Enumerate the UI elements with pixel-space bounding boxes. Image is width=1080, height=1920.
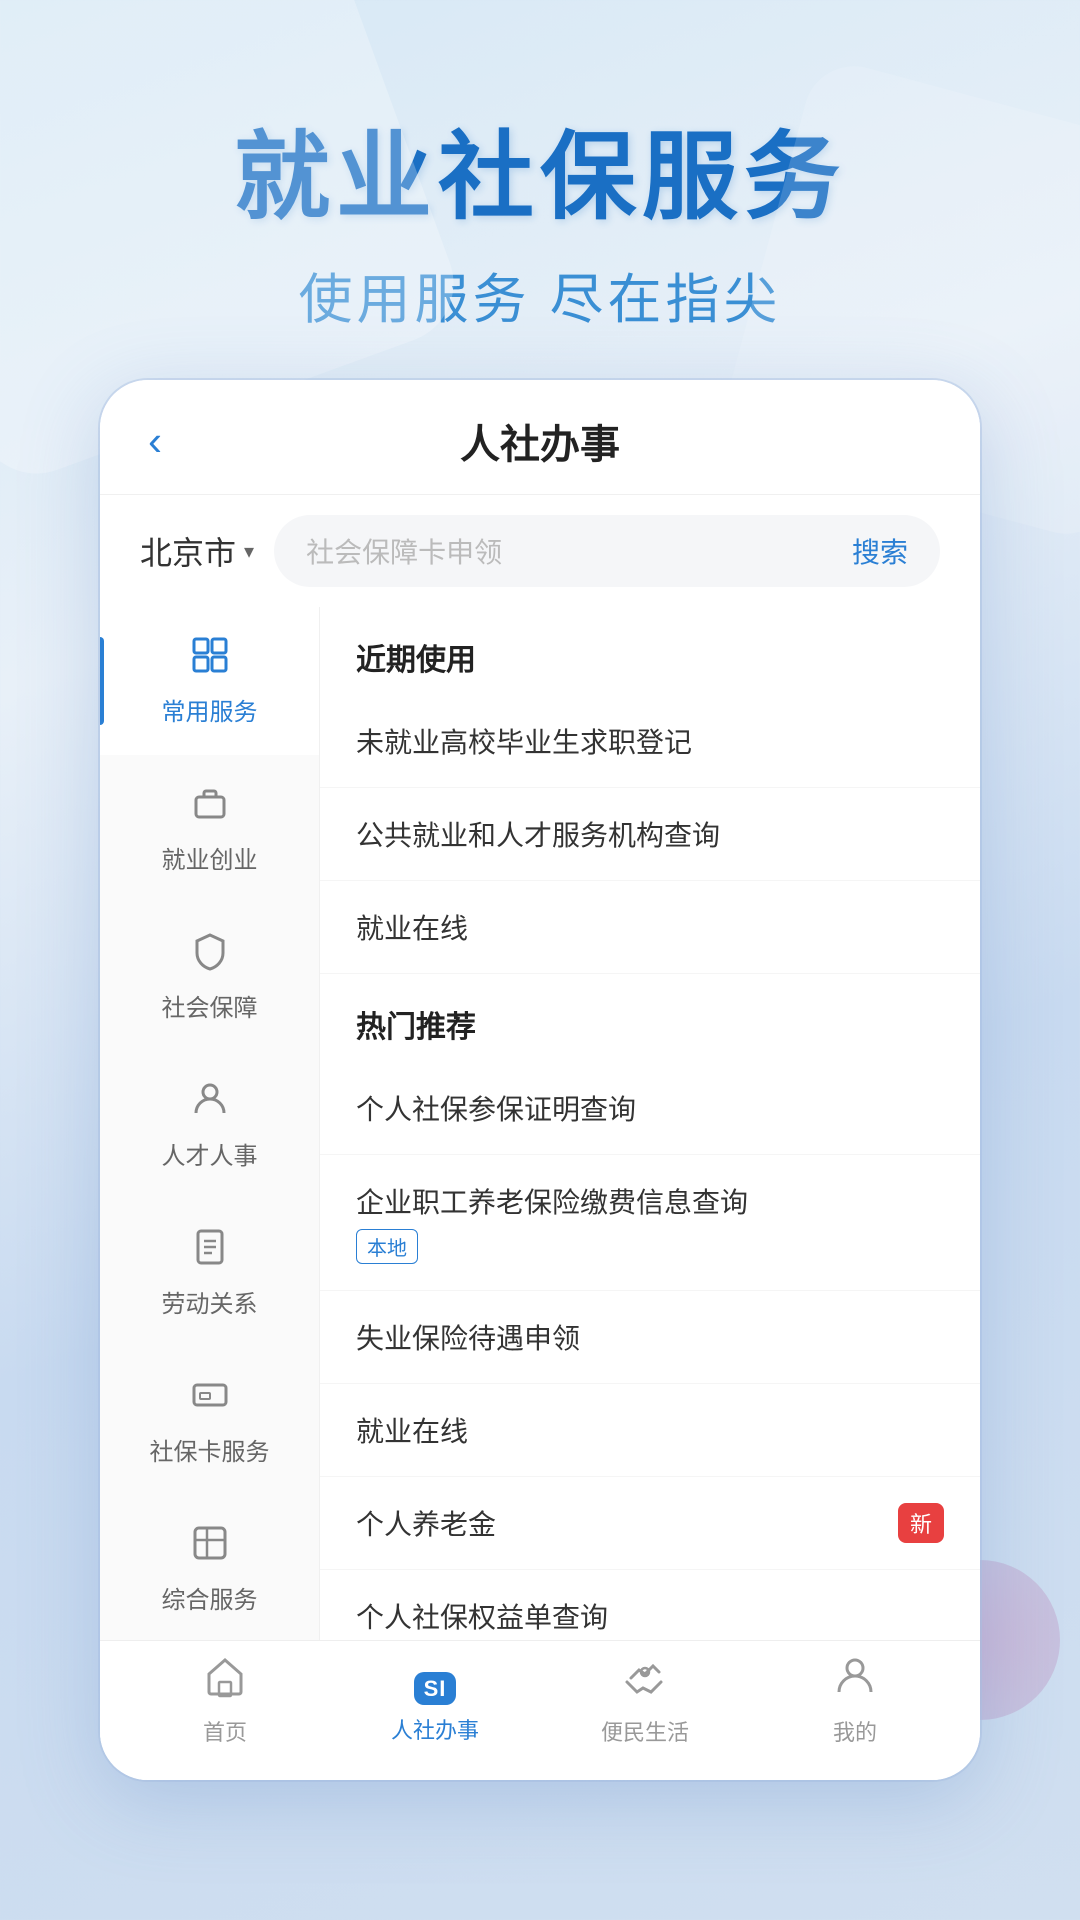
tag-local: 本地 [356,1229,418,1264]
content-area: 常用服务 就业创业 社会保障 [100,607,980,1780]
section-recent-header: 近期使用 [320,607,980,695]
sidebar-item-card[interactable]: 社保卡服务 [100,1347,319,1495]
search-area: 北京市 ▾ 社会保障卡申领 搜索 [100,495,980,607]
top-bar: ‹ 人社办事 [100,380,980,495]
briefcase-icon [190,783,230,832]
list-item[interactable]: 个人养老金 新 [320,1477,980,1570]
apps-icon [190,1523,230,1572]
handshake-icon [623,1654,667,1709]
sidebar-item-talent[interactable]: 人才人事 [100,1051,319,1199]
back-button[interactable]: ‹ [148,417,162,465]
list-item-text: 个人养老金 [356,1503,898,1543]
city-label: 北京市 [140,528,236,574]
bottom-nav: 首页 SI 人社办事 便民生活 [100,1640,980,1780]
hero-main-title: 就业社保服务 [60,120,1020,235]
sidebar-item-social[interactable]: 社会保障 [100,903,319,1051]
list-item-text: 未就业高校毕业生求职登记 [356,721,944,761]
user-icon [833,1654,877,1709]
person-icon [190,1079,230,1128]
sidebar-label-talent: 人才人事 [162,1136,258,1171]
sidebar-label-labor: 劳动关系 [162,1284,258,1319]
sidebar-label-card: 社保卡服务 [150,1432,270,1467]
list-item-text: 就业在线 [356,907,944,947]
list-item-text: 个人社保参保证明查询 [356,1088,944,1128]
grid-icon [190,635,230,684]
right-content: 近期使用 未就业高校毕业生求职登记 公共就业和人才服务机构查询 就业在线 热门推… [320,607,980,1780]
card-icon [190,1375,230,1424]
sidebar-item-labor[interactable]: 劳动关系 [100,1199,319,1347]
list-item[interactable]: 未就业高校毕业生求职登记 [320,695,980,788]
list-item-text: 公共就业和人才服务机构查询 [356,814,944,854]
chevron-down-icon: ▾ [244,539,254,564]
nav-item-renshiban[interactable]: SI 人社办事 [330,1657,540,1745]
si-badge-icon: SI [414,1657,457,1707]
list-item-text: 个人社保权益单查询 [356,1596,944,1636]
city-selector[interactable]: 北京市 ▾ [140,528,254,574]
list-item-text: 就业在线 [356,1410,944,1450]
nav-label-home: 首页 [203,1715,247,1747]
page-title: 人社办事 [460,412,620,470]
search-box[interactable]: 社会保障卡申领 搜索 [274,515,940,587]
sidebar-item-general[interactable]: 综合服务 [100,1495,319,1643]
list-item[interactable]: 个人社保参保证明查询 [320,1062,980,1155]
tag-new: 新 [898,1503,944,1543]
list-item[interactable]: 企业职工养老保险缴费信息查询 本地 [320,1155,980,1291]
nav-label-mine: 我的 [833,1715,877,1747]
list-item[interactable]: 失业保险待遇申领 [320,1291,980,1384]
nav-item-mine[interactable]: 我的 [750,1654,960,1747]
home-icon [203,1654,247,1709]
sidebar-label-common: 常用服务 [162,692,258,727]
search-placeholder: 社会保障卡申领 [306,531,502,571]
list-item[interactable]: 就业在线 [320,881,980,974]
sidebar-item-common[interactable]: 常用服务 [100,607,319,755]
list-item-text: 企业职工养老保险缴费信息查询 本地 [356,1181,944,1264]
shield-icon [190,931,230,980]
hero-sub-title: 使用服务 尽在指尖 [60,255,1020,334]
sidebar-label-general: 综合服务 [162,1580,258,1615]
nav-label-renshiban: 人社办事 [391,1713,479,1745]
sidebar-item-employment[interactable]: 就业创业 [100,755,319,903]
nav-label-life: 便民生活 [601,1715,689,1747]
sidebar-label-employment: 就业创业 [162,840,258,875]
sidebar: 常用服务 就业创业 社会保障 [100,607,320,1780]
sidebar-label-social: 社会保障 [162,988,258,1023]
list-item-text: 失业保险待遇申领 [356,1317,944,1357]
list-item[interactable]: 就业在线 [320,1384,980,1477]
section-hot-header: 热门推荐 [320,974,980,1062]
nav-item-home[interactable]: 首页 [120,1654,330,1747]
nav-item-life[interactable]: 便民生活 [540,1654,750,1747]
document-icon [190,1227,230,1276]
search-button[interactable]: 搜索 [852,531,908,571]
list-item[interactable]: 公共就业和人才服务机构查询 [320,788,980,881]
phone-frame: ‹ 人社办事 北京市 ▾ 社会保障卡申领 搜索 [100,380,980,1780]
